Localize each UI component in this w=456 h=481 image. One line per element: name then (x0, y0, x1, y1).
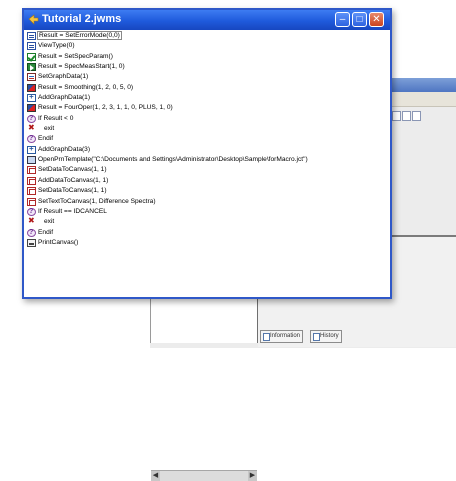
macro-line[interactable]: AddGraphData(1) (26, 92, 388, 103)
app-icon (28, 14, 39, 25)
macro-line[interactable]: exit (26, 216, 388, 227)
macro-line[interactable]: SetDataToCanvas(1, 1) (26, 165, 388, 175)
if-icon (27, 114, 36, 124)
macro-line-text: OpenPrnTemplate("C:\Documents and Settin… (38, 156, 308, 164)
four-oper-icon (27, 104, 36, 113)
endif-icon (27, 228, 36, 238)
exit-icon (28, 216, 37, 226)
output-tab-strip: Information History (260, 330, 450, 343)
macro-editor-window: Tutorial 2.jwms – □ ✕ Result = SetErrorM… (22, 8, 392, 299)
macro-line-text: exit (44, 125, 55, 133)
macro-command-list: Result = SetErrorMode(0,0) ViewType(0) Res… (26, 31, 388, 248)
print-icon (27, 238, 36, 247)
macro-line-text: Result = Smoothing(1, 2, 0, 5, 0) (38, 83, 134, 91)
macro-line-text: SetTextToCanvas(1, Difference Spectra) (38, 197, 156, 205)
tab-history[interactable]: History (310, 330, 342, 343)
macro-line[interactable]: Result = SetErrorMode(0,0) (26, 31, 388, 41)
macro-line-text: Result = SpecMeasStart(1, 0) (38, 63, 125, 71)
macro-line[interactable]: OpenPrnTemplate("C:\Documents and Settin… (26, 155, 388, 165)
macro-line[interactable]: Result = SpecMeasStart(1, 0) (26, 62, 388, 72)
macro-line-text: Result = SetErrorMode(0,0) (37, 31, 122, 40)
macro-line[interactable]: SetDataToCanvas(1, 1) (26, 186, 388, 196)
macro-line-text: ViewType(0) (38, 42, 75, 50)
macro-line[interactable]: SetGraphData(1) (26, 72, 388, 82)
macro-line-text: Result = SetSpecParam() (38, 52, 113, 60)
macro-line[interactable]: exit (26, 123, 388, 134)
toolbar-button-icon[interactable] (412, 111, 421, 121)
information-tab-icon (263, 333, 270, 341)
toolbar-button-icon[interactable] (392, 111, 401, 121)
if-icon (27, 207, 36, 217)
macro-line[interactable]: Endif (26, 228, 388, 238)
toolbar-button-icon[interactable] (402, 111, 411, 121)
minimize-button[interactable]: – (335, 12, 350, 27)
canvas-icon (27, 166, 36, 175)
tab-label: History (320, 333, 339, 339)
exit-icon (28, 123, 37, 133)
view-type-icon (27, 42, 36, 51)
smoothing-icon (27, 83, 36, 92)
macro-line-text: exit (44, 218, 55, 226)
macro-line-text: If Result == IDCANCEL (38, 207, 107, 215)
template-icon (27, 156, 36, 165)
maximize-button[interactable]: □ (352, 12, 367, 27)
macro-line-text: Result = FourOper(1, 2, 3, 1, 1, 0, PLUS… (38, 104, 173, 112)
canvas-icon (27, 187, 36, 196)
scroll-right-icon[interactable]: ▶ (248, 471, 257, 481)
macro-line-text: SetGraphData(1) (38, 73, 89, 81)
macro-line-text: Endif (38, 228, 54, 236)
macro-line[interactable]: AddDataToCanvas(1, 1) (26, 176, 388, 186)
history-tab-icon (313, 333, 320, 341)
canvas-icon (27, 176, 36, 185)
macro-line-text: AddDataToCanvas(1, 1) (38, 176, 109, 184)
macro-line[interactable]: AddGraphData(3) (26, 144, 388, 155)
tab-label: Information (270, 333, 301, 339)
macro-line-text: AddGraphData(3) (38, 145, 91, 153)
macro-line-text: PrintCanvas() (38, 238, 79, 246)
macro-line-text: AddGraphData(1) (38, 94, 91, 102)
window-titlebar[interactable]: Tutorial 2.jwms – □ ✕ (24, 10, 390, 30)
tab-information[interactable]: Information (260, 330, 304, 343)
macro-line[interactable]: ViewType(0) (26, 41, 388, 51)
macro-line[interactable]: Result = Smoothing(1, 2, 0, 5, 0) (26, 83, 388, 93)
horizontal-scrollbar[interactable]: ◀ ▶ (151, 470, 257, 481)
add-graph-icon (27, 144, 36, 154)
close-button[interactable]: ✕ (369, 12, 384, 27)
macro-line[interactable]: Endif (26, 134, 388, 145)
macro-line-text: Endif (38, 135, 54, 143)
window-title: Tutorial 2.jwms (42, 13, 122, 25)
spec-param-icon (27, 52, 36, 61)
macro-line-text: SetDataToCanvas(1, 1) (38, 187, 107, 195)
macro-line[interactable]: Result = SetSpecParam() (26, 52, 388, 62)
text-canvas-icon (27, 197, 36, 206)
macro-line[interactable]: SetTextToCanvas(1, Difference Spectra) (26, 197, 388, 207)
macro-line[interactable]: If Result == IDCANCEL (26, 207, 388, 217)
macro-line[interactable]: PrintCanvas() (26, 238, 388, 248)
error-mode-icon (27, 32, 36, 40)
measure-start-icon (27, 63, 36, 72)
macro-line-text: If Result < 0 (38, 114, 74, 122)
macro-line[interactable]: If Result < 0 (26, 114, 388, 124)
macro-line[interactable]: Result = FourOper(1, 2, 3, 1, 1, 0, PLUS… (26, 103, 388, 113)
graph-data-icon (27, 73, 36, 82)
scroll-left-icon[interactable]: ◀ (151, 471, 160, 481)
add-graph-icon (27, 92, 36, 102)
endif-icon (27, 134, 36, 145)
macro-line-text: SetDataToCanvas(1, 1) (38, 166, 107, 174)
